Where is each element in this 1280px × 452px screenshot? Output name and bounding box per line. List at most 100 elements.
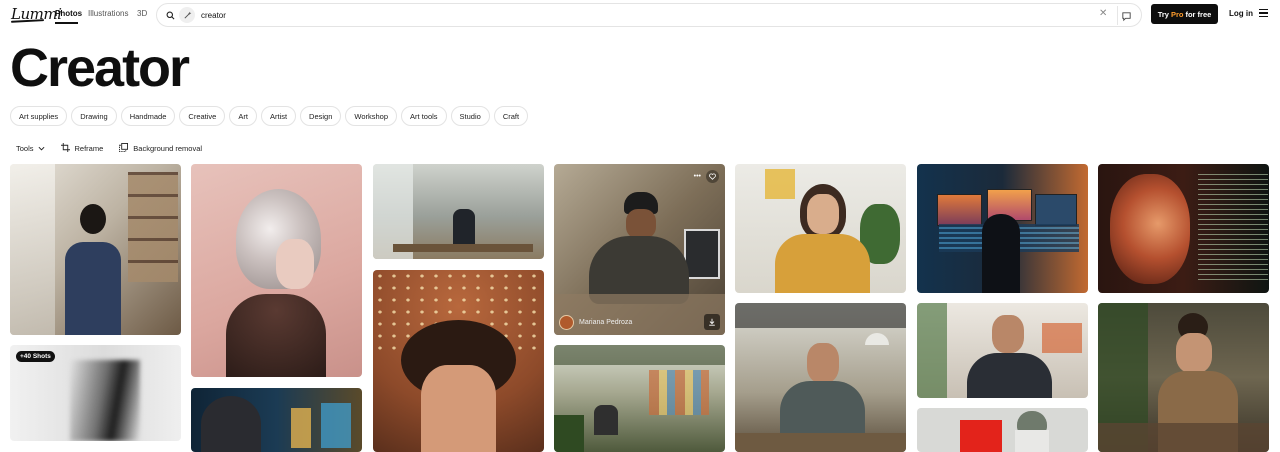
photo-glass-headpiece-portrait[interactable] [191,164,362,377]
pro-prefix: Try [1157,9,1169,19]
plant [554,415,584,452]
photo-man-studio-desk[interactable] [373,164,544,259]
photo-woman-pottery-workshop[interactable] [1098,303,1269,452]
reframe-button[interactable]: Reframe [60,142,104,154]
white-coat [1015,430,1049,452]
desk [735,433,906,452]
try-pro-button[interactable]: Try Pro for free [1151,4,1218,24]
red-square [960,420,1002,452]
photo-woman-neon-screens[interactable] [191,388,362,452]
feedback-chat-icon[interactable] [1121,9,1132,27]
author-avatar [559,315,574,330]
active-tab-indicator [55,22,78,24]
monitor-right [1035,194,1077,226]
photo-woman-glasses-yellow[interactable] [735,164,906,293]
projected-text-lines [1198,174,1268,284]
search-input[interactable] [201,9,1081,22]
chip-creative[interactable]: Creative [179,106,226,126]
wall-art [1042,323,1082,353]
photo-man-beanie-computer[interactable]: ••• Mariana Pedroza [554,164,725,335]
author-info[interactable]: Mariana Pedroza [559,315,632,330]
chip-design[interactable]: Design [300,106,342,126]
photo-red-square-grey-hat[interactable] [917,408,1088,452]
chip-artist[interactable]: Artist [260,106,297,126]
tab-photos[interactable]: Photos [55,9,82,18]
workbench [1098,423,1269,452]
figure-apron [65,242,121,335]
chip-art-tools[interactable]: Art tools [401,106,447,126]
photo-smiling-man-workspace[interactable] [735,303,906,452]
figure-head [80,204,106,234]
search-bar: ✕ [156,3,1142,27]
clear-search-icon[interactable]: ✕ [1099,8,1107,19]
face [1176,333,1212,373]
photo-woman-projected-light[interactable] [1098,164,1269,293]
chip-craft[interactable]: Craft [493,106,529,126]
shots-badge: +40 Shots [16,351,55,362]
download-icon[interactable] [704,314,720,330]
window-light [10,164,55,335]
face [626,209,656,239]
tab-illustrations[interactable]: Illustrations [88,9,128,18]
search-icon[interactable] [162,7,178,23]
wall-note [765,169,795,199]
reframe-label: Reframe [74,143,104,153]
seated-person [594,405,618,435]
monitor-left [937,194,982,226]
dark-shirt [967,353,1052,398]
face [421,365,496,452]
chip-drawing[interactable]: Drawing [71,106,117,126]
face [992,315,1024,353]
login-link[interactable]: Log in [1229,9,1253,18]
crop-icon [60,142,70,154]
pro-highlight: Pro [1170,9,1184,19]
tools-dropdown[interactable]: Tools [16,144,45,153]
photo-dancer-motion-blur[interactable]: +40 Shots [10,345,181,441]
seated-silhouette [982,214,1020,293]
background-removal-label: Background removal [133,143,203,153]
hanging-plants [554,345,725,365]
pendant-lamp [865,333,889,345]
related-tags: Art supplies Drawing Handmade Creative A… [10,106,529,126]
tab-3d[interactable]: 3D [137,9,147,18]
yellow-sweater [775,234,870,293]
face-profile [1110,174,1190,284]
background-removal-button[interactable]: Background removal [119,142,203,154]
chip-workshop[interactable]: Workshop [345,106,398,126]
face [276,239,314,289]
search-divider [1117,6,1118,25]
magic-wand-icon[interactable] [179,7,195,23]
hamburger-menu-icon[interactable] [1259,9,1268,17]
photo-monitors-sunset[interactable] [917,164,1088,293]
chip-handmade[interactable]: Handmade [120,106,176,126]
lace-collar [226,294,326,377]
top-navigation: Lummi Photos Illustrations 3D ✕ Try Pro … [0,0,1280,30]
photo-curly-hair-young-man[interactable] [373,270,544,452]
background-removal-icon [119,142,129,154]
author-name: Mariana Pedroza [579,319,633,326]
photo-woman-apron-workshop[interactable] [10,164,181,335]
chip-art-supplies[interactable]: Art supplies [10,106,68,126]
heart-icon[interactable] [706,170,719,183]
chip-art[interactable]: Art [229,106,257,126]
figure-hair [201,396,261,452]
chevron-down-icon [38,144,45,153]
ceiling [735,303,906,328]
screen-glow [291,408,311,448]
seated-man [453,209,475,249]
photo-people-plants-studio[interactable] [554,345,725,452]
face [807,343,839,383]
pro-suffix: for free [1185,9,1212,19]
tools-bar: Tools Reframe Background removal [16,142,203,154]
face [807,194,839,234]
shelves [128,172,178,282]
tools-label: Tools [16,143,34,153]
motion-figure [70,360,140,441]
chip-studio[interactable]: Studio [450,106,490,126]
more-options-icon[interactable]: ••• [694,173,701,180]
plant [917,303,947,398]
photo-man-dark-shirt-office[interactable] [917,303,1088,398]
page-title: Creator [10,38,190,98]
screen-blue [321,403,351,448]
wall-posters [649,370,709,415]
